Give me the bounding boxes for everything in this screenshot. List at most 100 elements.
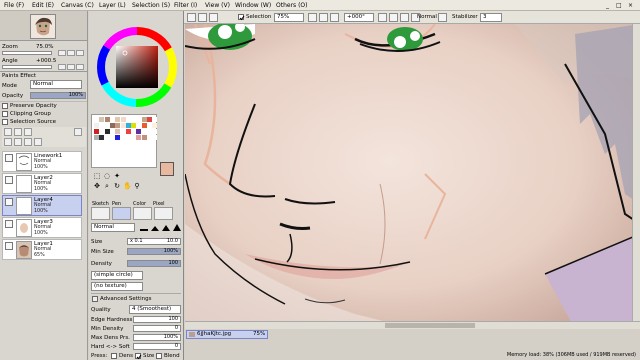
layer-item[interactable]: Linework1 Normal 100% xyxy=(2,151,82,172)
eye-icon[interactable] xyxy=(5,176,13,184)
color-swatch[interactable] xyxy=(141,123,147,128)
rotation-select[interactable]: +000° xyxy=(344,13,374,22)
color-swatch[interactable] xyxy=(109,135,115,140)
press-blend-checkbox[interactable] xyxy=(156,353,162,359)
preserve-opacity-checkbox[interactable] xyxy=(2,103,8,109)
color-swatch[interactable] xyxy=(147,117,152,122)
color-swatch[interactable] xyxy=(136,135,142,140)
transfer-down-icon[interactable] xyxy=(4,138,12,146)
zoom-icon[interactable]: ⌕ xyxy=(103,182,111,190)
color-swatch[interactable] xyxy=(109,129,115,134)
nav-rotate-right-button[interactable] xyxy=(67,64,75,70)
clear-layer-icon[interactable] xyxy=(24,138,32,146)
color-swatch[interactable] xyxy=(109,117,115,122)
canvas-tab[interactable]: 6jJhaKJtc.jpg 75% xyxy=(186,330,268,339)
quality-select[interactable]: 4 (Smoothest) xyxy=(129,305,181,314)
lasso-icon[interactable]: ◌ xyxy=(103,172,111,180)
menu-edit[interactable]: Edit (E) xyxy=(32,1,54,10)
nav-zoom-out-button[interactable] xyxy=(58,50,66,56)
color-swatch[interactable] xyxy=(131,123,137,128)
color-swatch[interactable] xyxy=(152,135,158,140)
scroll-thumb[interactable] xyxy=(385,323,475,328)
rotate-right-icon[interactable] xyxy=(389,13,398,22)
rect-select-icon[interactable]: ⬚ xyxy=(93,172,101,180)
layer-item[interactable]: Layer3 Normal 100% xyxy=(2,217,82,238)
color-swatch[interactable] xyxy=(94,129,99,134)
layer-item-selected[interactable]: Layer4 Normal 100% xyxy=(2,195,82,216)
eye-icon[interactable] xyxy=(5,154,13,162)
max-dens-slider[interactable]: 100% xyxy=(133,334,181,341)
color-swatch[interactable] xyxy=(141,117,147,122)
color-swatch[interactable] xyxy=(152,129,158,134)
eye-icon[interactable] xyxy=(5,198,13,206)
menu-others[interactable]: Others (O) xyxy=(276,1,307,10)
brush-shape-presets[interactable] xyxy=(139,223,181,232)
color-swatch[interactable] xyxy=(104,117,110,122)
nav-rotate-left-button[interactable] xyxy=(58,64,66,70)
color-swatch[interactable] xyxy=(125,129,131,134)
color-swatch[interactable] xyxy=(136,129,142,134)
deselect-icon[interactable] xyxy=(187,13,196,22)
color-swatch[interactable] xyxy=(104,129,110,134)
brush-size-slider[interactable]: x 0.1 10.0 xyxy=(127,238,181,245)
color-swatch[interactable] xyxy=(152,117,158,122)
color-swatch[interactable] xyxy=(99,123,105,128)
layer-item[interactable]: Layer2 Normal 100% xyxy=(2,173,82,194)
menu-view[interactable]: View (V) xyxy=(205,1,230,10)
zoom-reset-icon[interactable] xyxy=(330,13,339,22)
navigator-preview[interactable] xyxy=(30,14,56,39)
color-swatch[interactable] xyxy=(136,117,142,122)
color-swatch[interactable] xyxy=(152,123,158,128)
color-swatch[interactable] xyxy=(120,135,126,140)
nav-zoom-slider[interactable] xyxy=(2,51,52,55)
color-swatch[interactable] xyxy=(141,135,147,140)
color-swatch[interactable] xyxy=(131,129,137,134)
press-size-checkbox[interactable] xyxy=(135,353,142,360)
color-swatch[interactable] xyxy=(104,135,110,140)
brush-shape-select[interactable]: (simple circle) xyxy=(91,271,143,280)
layer-item[interactable]: Layer1 Normal 65% xyxy=(2,239,82,260)
density-slider[interactable]: 100 xyxy=(127,260,181,267)
vertical-scrollbar[interactable] xyxy=(632,24,640,329)
color-brush-icon[interactable] xyxy=(133,207,152,220)
zoom-select[interactable]: 75% xyxy=(274,13,304,22)
color-swatch[interactable] xyxy=(125,123,131,128)
color-swatch[interactable] xyxy=(115,123,121,128)
color-swatch[interactable] xyxy=(99,129,105,134)
press-dens-checkbox[interactable] xyxy=(111,353,117,359)
rotate-icon[interactable]: ↻ xyxy=(113,182,121,190)
color-swatch[interactable] xyxy=(99,117,105,122)
color-swatch[interactable] xyxy=(131,135,137,140)
color-swatch[interactable] xyxy=(94,117,99,122)
layer-settings-icon[interactable] xyxy=(74,128,82,136)
clipping-group-checkbox[interactable] xyxy=(2,111,8,117)
magic-wand-icon[interactable]: ✦ xyxy=(113,172,121,180)
layer-opacity-slider[interactable]: 100% xyxy=(30,92,86,99)
min-size-slider[interactable]: 100% xyxy=(127,248,181,255)
mode-select[interactable]: Normal xyxy=(417,14,437,21)
color-wheel[interactable] xyxy=(95,25,179,109)
color-swatch[interactable] xyxy=(115,135,121,140)
color-swatch[interactable] xyxy=(109,123,115,128)
new-folder-icon[interactable] xyxy=(24,128,32,136)
current-color-swatch[interactable] xyxy=(160,162,174,176)
hard-soft-slider[interactable]: 0 xyxy=(133,343,181,350)
color-swatch[interactable] xyxy=(94,123,99,128)
color-swatch[interactable] xyxy=(94,135,99,140)
pen-brush-icon[interactable] xyxy=(112,207,131,220)
texture-select[interactable]: (no texture) xyxy=(91,282,143,291)
menu-filter[interactable]: Filter (I) xyxy=(174,1,197,10)
invert-selection-icon[interactable] xyxy=(198,13,207,22)
color-swatch[interactable] xyxy=(131,117,137,122)
color-swatch[interactable] xyxy=(115,117,121,122)
minimize-button[interactable]: _ xyxy=(606,1,609,10)
menu-file[interactable]: File (F) xyxy=(4,1,24,10)
pixel-brush-icon[interactable] xyxy=(154,207,173,220)
color-swatch[interactable] xyxy=(141,129,147,134)
nav-angle-slider[interactable] xyxy=(2,65,52,69)
close-button[interactable]: × xyxy=(628,1,633,10)
menu-selection[interactable]: Selection (S) xyxy=(132,1,170,10)
nav-zoom-in-button[interactable] xyxy=(67,50,75,56)
show-selection-icon[interactable] xyxy=(209,13,218,22)
new-linework-layer-icon[interactable] xyxy=(14,128,22,136)
